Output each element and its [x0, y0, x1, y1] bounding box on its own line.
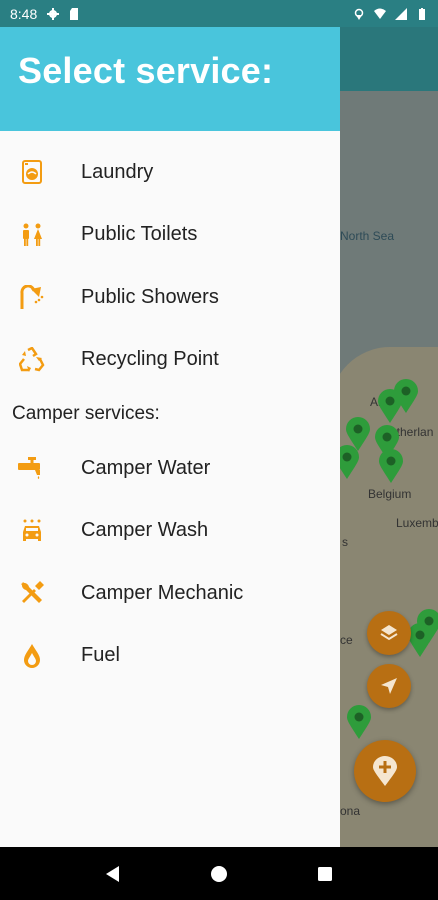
- car-wash-icon: [18, 517, 46, 545]
- add-location-button[interactable]: [354, 740, 416, 802]
- home-button[interactable]: [199, 854, 239, 894]
- map-label-partial-s: s: [342, 535, 348, 549]
- menu-item-label: Recycling Point: [81, 348, 219, 371]
- menu-item-label: Camper Wash: [81, 519, 209, 542]
- toilets-icon: [18, 221, 46, 249]
- menu-item-camper-mechanic[interactable]: Camper Mechanic: [0, 562, 340, 625]
- navigation-arrow-icon: [381, 678, 397, 694]
- signal-icon: [395, 7, 407, 20]
- menu-item-fuel[interactable]: Fuel: [0, 625, 340, 688]
- map-pin[interactable]: [378, 449, 404, 483]
- menu-item-public-toilets[interactable]: Public Toilets: [0, 204, 340, 267]
- map-label-partial-ona: ona: [340, 804, 361, 818]
- menu-item-label: Public Toilets: [81, 223, 198, 246]
- system-navigation-bar: [0, 847, 438, 900]
- map-label-partial-ce: ce: [340, 633, 353, 647]
- menu-item-camper-water[interactable]: Camper Water: [0, 437, 340, 500]
- map-pin[interactable]: [377, 389, 403, 423]
- drawer-title: Select service:: [18, 50, 274, 91]
- menu-item-camper-wash[interactable]: Camper Wash: [0, 500, 340, 563]
- camper-service-menu: Camper Water Camper Wash Camper Mechanic…: [0, 437, 340, 687]
- menu-item-label: Laundry: [81, 160, 154, 183]
- home-circle-icon: [211, 865, 227, 882]
- menu-item-laundry[interactable]: Laundry: [0, 141, 340, 204]
- camper-services-heading: Camper services:: [12, 403, 160, 424]
- shower-icon: [18, 283, 46, 311]
- menu-item-label: Fuel: [81, 644, 120, 667]
- service-menu: Laundry Public Toilets Public Showers Re…: [0, 141, 340, 391]
- map-label-luxembourg: Luxemb: [396, 516, 438, 530]
- wifi-icon: [374, 8, 386, 19]
- laundry-icon: [18, 158, 46, 186]
- layers-button[interactable]: [367, 611, 411, 655]
- battery-icon: [419, 7, 425, 20]
- map-label-north-sea: North Sea: [340, 229, 395, 243]
- location-icon: [354, 8, 364, 20]
- drawer-header: Select service:: [0, 27, 340, 131]
- sd-card-icon: [70, 7, 79, 20]
- menu-item-label: Public Showers: [81, 285, 219, 308]
- settings-icon: [47, 7, 60, 20]
- my-location-button[interactable]: [367, 664, 411, 708]
- water-tap-icon: [18, 454, 46, 482]
- fuel-drop-icon: [18, 642, 46, 670]
- layers-icon: [380, 625, 398, 641]
- map-pin[interactable]: [407, 623, 433, 657]
- add-location-icon: [373, 756, 397, 786]
- menu-item-label: Camper Mechanic: [81, 581, 244, 604]
- menu-item-recycling-point[interactable]: Recycling Point: [0, 329, 340, 392]
- navigation-drawer: Select service: Laundry Public Toilets P…: [0, 27, 340, 847]
- back-button[interactable]: [93, 854, 133, 894]
- status-bar: 8:48: [0, 0, 438, 27]
- menu-item-public-showers[interactable]: Public Showers: [0, 266, 340, 329]
- recycling-icon: [18, 346, 46, 374]
- status-time: 8:48: [10, 5, 38, 22]
- recents-square-icon: [318, 866, 332, 881]
- map-label-belgium: Belgium: [368, 487, 412, 501]
- mechanic-tools-icon: [18, 579, 46, 607]
- recents-button[interactable]: [305, 854, 345, 894]
- menu-item-label: Camper Water: [81, 456, 211, 479]
- map-pin[interactable]: [346, 705, 372, 739]
- back-triangle-icon: [106, 865, 119, 882]
